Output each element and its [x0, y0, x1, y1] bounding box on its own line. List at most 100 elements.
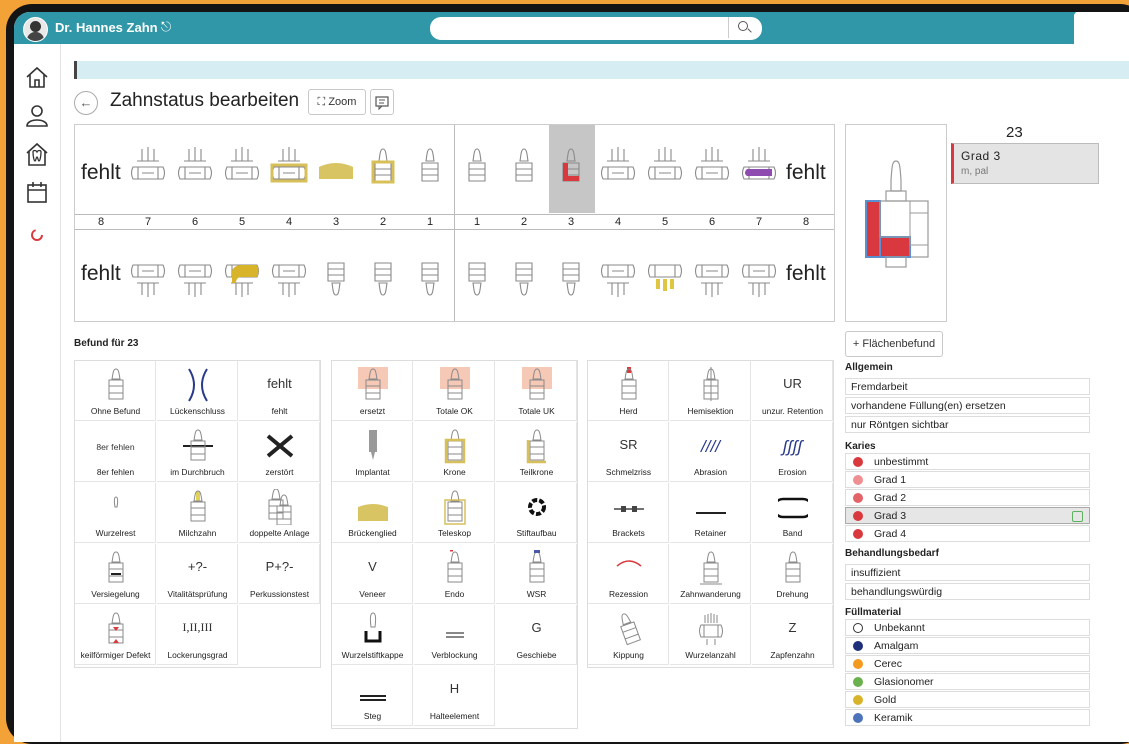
caries-item-selected[interactable]: Grad 3	[845, 507, 1090, 524]
tooth-48-missing[interactable]: fehlt	[81, 262, 121, 286]
zoom-button[interactable]: ⛶ Zoom	[308, 89, 366, 115]
finding-option[interactable]: Retainer	[670, 483, 751, 543]
finding-option[interactable]: Rezession	[588, 544, 669, 604]
caries-item[interactable]: Grad 4	[845, 525, 1090, 542]
finding-option[interactable]: ʃʃʃʃ Erosion	[752, 422, 833, 482]
home-icon[interactable]	[24, 64, 50, 90]
finding-option[interactable]: Drehung	[752, 544, 833, 604]
finding-option[interactable]: Stiftaufbau	[496, 483, 577, 543]
tooth-lower[interactable]	[598, 247, 638, 299]
tooth-lower[interactable]	[128, 247, 168, 299]
finding-option[interactable]: ersetzt	[332, 361, 413, 421]
finding-option[interactable]: Ohne Befund	[75, 361, 156, 421]
tooth-upper[interactable]	[316, 145, 356, 197]
caries-item[interactable]: Grad 1	[845, 471, 1090, 488]
tooth-lower[interactable]	[316, 247, 356, 299]
general-item[interactable]: Fremdarbeit	[845, 378, 1090, 395]
filling-item[interactable]: Glasionomer	[845, 673, 1090, 690]
surface-finding-button[interactable]: + Flächenbefund	[845, 331, 943, 357]
finding-option[interactable]: Wurzelstiftkappe	[332, 605, 413, 665]
comment-button[interactable]	[370, 89, 394, 115]
tooth-lower[interactable]	[692, 247, 732, 299]
calendar-icon[interactable]	[24, 179, 50, 205]
tooth-lower[interactable]	[504, 247, 544, 299]
tooth-lower[interactable]	[410, 247, 450, 299]
treatment-item[interactable]: behandlungswürdig	[845, 583, 1090, 600]
finding-option[interactable]: UR unzur. Retention	[752, 361, 833, 421]
filling-item[interactable]: Cerec	[845, 655, 1090, 672]
tooth-lower[interactable]	[457, 247, 497, 299]
search-icon[interactable]	[728, 17, 759, 38]
tooth-upper[interactable]	[739, 145, 779, 197]
finding-option[interactable]: doppelte Anlage	[239, 483, 320, 543]
finding-option[interactable]: SR Schmelzriss	[588, 422, 669, 482]
finding-option[interactable]: Zahnwanderung	[670, 544, 751, 604]
tooth-upper[interactable]	[504, 145, 544, 197]
tooth-upper[interactable]	[551, 145, 591, 197]
back-button[interactable]: ←	[74, 91, 98, 115]
user-icon[interactable]	[24, 102, 50, 128]
tooth-lower[interactable]	[363, 247, 403, 299]
caries-item[interactable]: Grad 2	[845, 489, 1090, 506]
finding-option[interactable]: I,II,III Lockerungsgrad	[157, 605, 238, 665]
finding-option[interactable]: 8er fehlen 8er fehlen	[75, 422, 156, 482]
finding-option[interactable]: H Halteelement	[414, 666, 495, 726]
finding-option[interactable]: //// Abrasion	[670, 422, 751, 482]
tooth-lower[interactable]	[645, 247, 685, 299]
finding-option[interactable]: G Geschiebe	[496, 605, 577, 665]
finding-option[interactable]: Totale OK	[414, 361, 495, 421]
finding-option[interactable]: keilförmiger Defekt	[75, 605, 156, 665]
finding-option[interactable]: Kippung	[588, 605, 669, 665]
caries-item[interactable]: unbestimmt	[845, 453, 1090, 470]
search-input[interactable]	[430, 17, 762, 40]
finding-option[interactable]: im Durchbruch	[157, 422, 238, 482]
treatment-item[interactable]: insuffizient	[845, 564, 1090, 581]
tooth-upper[interactable]	[457, 145, 497, 197]
tooth-lower[interactable]	[551, 247, 591, 299]
filling-item[interactable]: Amalgam	[845, 637, 1090, 654]
tooth-38-missing[interactable]: fehlt	[786, 262, 826, 286]
finding-option[interactable]: Wurzelanzahl	[670, 605, 751, 665]
tooth-lower[interactable]	[222, 247, 262, 299]
finding-option[interactable]: Wurzelrest	[75, 483, 156, 543]
tooth-lower[interactable]	[739, 247, 779, 299]
finding-option[interactable]: Lückenschluss	[157, 361, 238, 421]
finding-option[interactable]: Hemisektion	[670, 361, 751, 421]
finding-option[interactable]: Steg	[332, 666, 413, 726]
finding-option[interactable]: Herd	[588, 361, 669, 421]
finding-option[interactable]: zerstört	[239, 422, 320, 482]
tooth-upper[interactable]	[692, 145, 732, 197]
tooth-lower[interactable]	[175, 247, 215, 299]
finding-option[interactable]: Implantat	[332, 422, 413, 482]
finding-option[interactable]: Brackets	[588, 483, 669, 543]
finding-option[interactable]: WSR	[496, 544, 577, 604]
tooth-28-missing[interactable]: fehlt	[786, 161, 826, 185]
filling-item[interactable]: Gold	[845, 691, 1090, 708]
finding-option[interactable]: Verblockung	[414, 605, 495, 665]
logout-icon[interactable]: ⎋	[161, 19, 171, 35]
tooth-upper[interactable]	[222, 145, 262, 197]
finding-option[interactable]: Versiegelung	[75, 544, 156, 604]
finding-option[interactable]: Teilkrone	[496, 422, 577, 482]
finding-option[interactable]: Krone	[414, 422, 495, 482]
finding-option[interactable]: Endo	[414, 544, 495, 604]
finding-option[interactable]: Teleskop	[414, 483, 495, 543]
finding-option[interactable]: Band	[752, 483, 833, 543]
caries-finding-card[interactable]: Grad 3 m, pal	[951, 143, 1099, 184]
finding-option[interactable]: Z Zapfenzahn	[752, 605, 833, 665]
finding-option[interactable]: +?- Vitalitätsprüfung	[157, 544, 238, 604]
tooth-upper[interactable]	[598, 145, 638, 197]
finding-option[interactable]: Brückenglied	[332, 483, 413, 543]
tooth-18-missing[interactable]: fehlt	[81, 161, 121, 185]
avatar[interactable]	[23, 17, 48, 42]
filling-item[interactable]: Unbekannt	[845, 619, 1090, 636]
finding-option[interactable]: V Veneer	[332, 544, 413, 604]
tooth-upper[interactable]	[410, 145, 450, 197]
tooth-upper[interactable]	[645, 145, 685, 197]
tooth-upper[interactable]	[363, 145, 403, 197]
tooth-home-icon[interactable]	[24, 141, 50, 167]
tooth-upper[interactable]	[175, 145, 215, 197]
finding-option[interactable]: Milchzahn	[157, 483, 238, 543]
finding-option[interactable]: Totale UK	[496, 361, 577, 421]
tooth-upper[interactable]	[128, 145, 168, 197]
